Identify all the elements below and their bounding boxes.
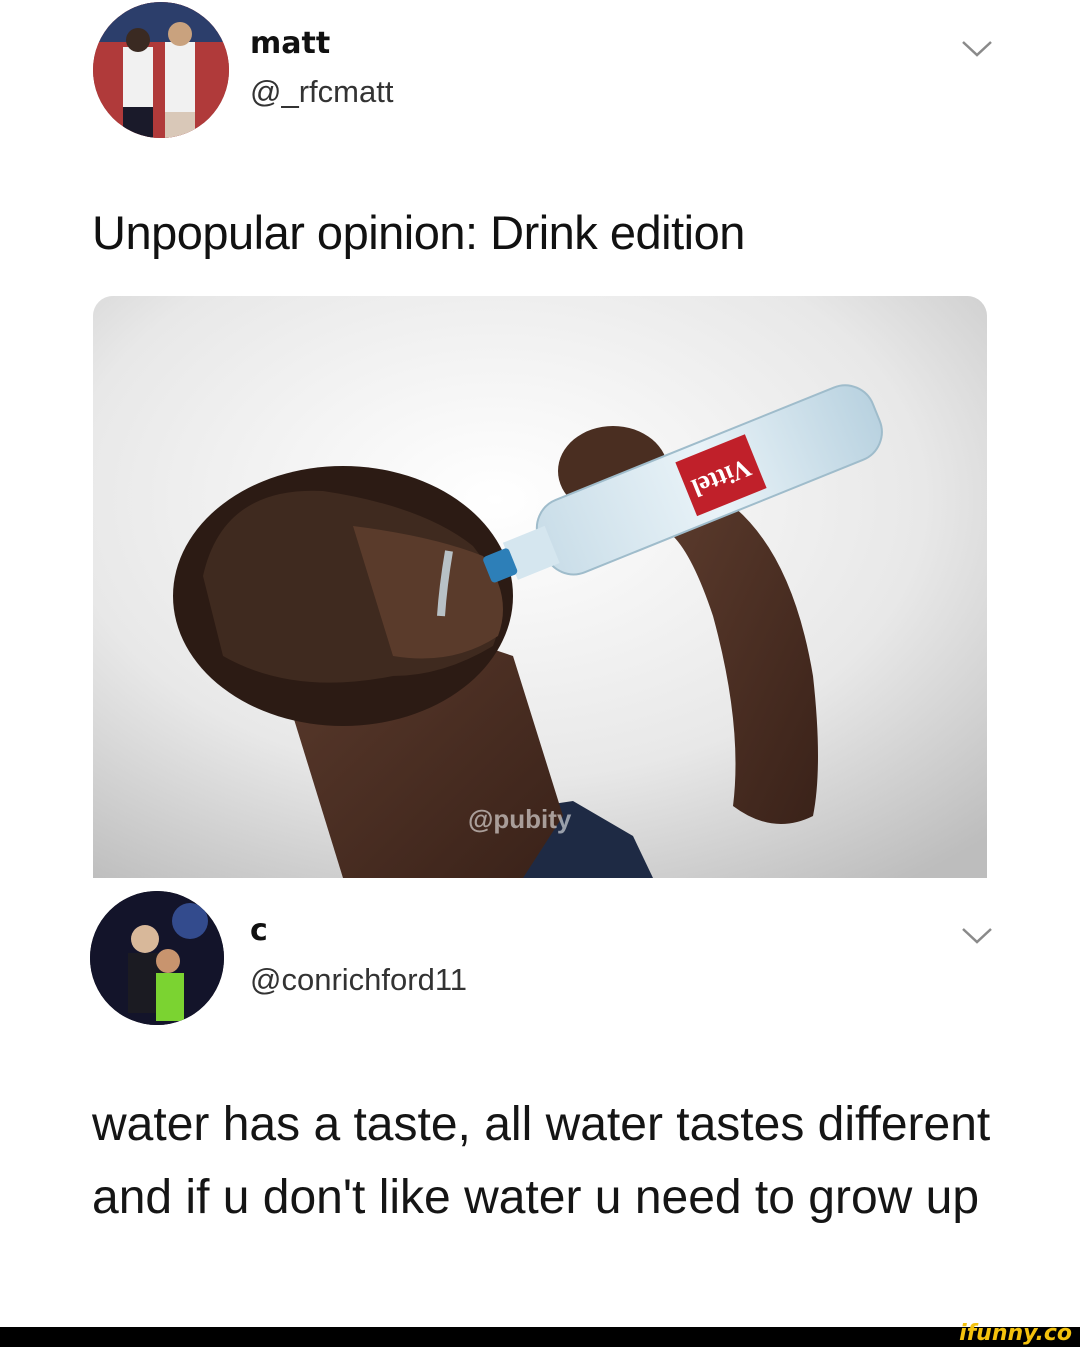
tweet-text: water has a taste, all water tastes diff… bbox=[92, 1098, 991, 1224]
chevron-down-icon[interactable] bbox=[960, 925, 994, 947]
tweet-text: Unpopular opinion: Drink edition bbox=[92, 206, 745, 259]
ifunny-watermark: ifunny.co bbox=[959, 1321, 1072, 1346]
man-drinking-water-image: Vittel @pubity bbox=[93, 296, 987, 878]
author-handle[interactable]: @_rfcmatt bbox=[250, 74, 393, 110]
avatar-matt[interactable] bbox=[93, 2, 229, 138]
media-watermark: @pubity bbox=[468, 804, 572, 834]
author-handle[interactable]: @conrichford11 bbox=[250, 962, 467, 998]
avatar-photo-icon bbox=[90, 891, 224, 1025]
chevron-down-icon[interactable] bbox=[960, 38, 994, 60]
author-name[interactable]: matt bbox=[250, 26, 330, 61]
avatar-c[interactable] bbox=[90, 891, 224, 1025]
tweet-media-image[interactable]: Vittel @pubity bbox=[93, 296, 987, 878]
author-name[interactable]: c bbox=[250, 913, 268, 948]
avatar-photo-icon bbox=[93, 2, 229, 138]
footer-bar: ifunny.co bbox=[0, 1321, 1080, 1347]
